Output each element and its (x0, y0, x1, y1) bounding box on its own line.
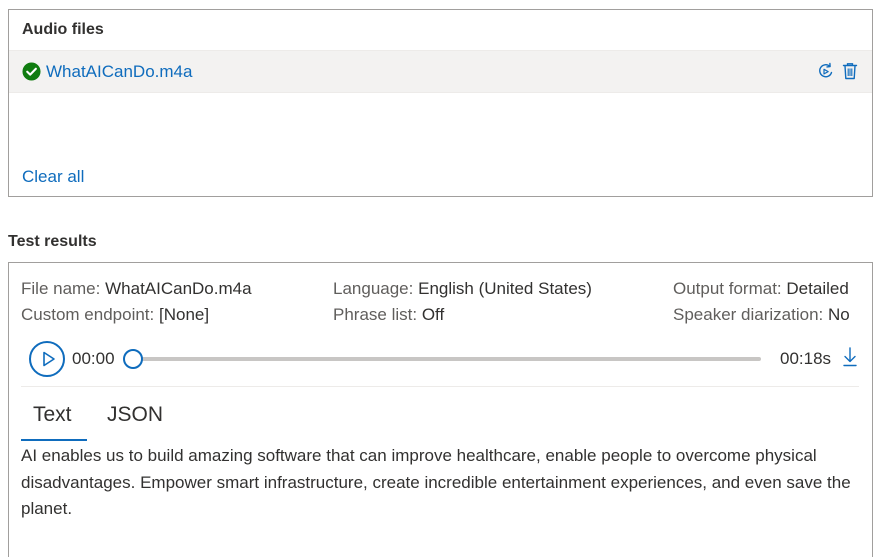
custom-endpoint-meta: Custom endpoint: [None] (21, 305, 209, 325)
audio-player: 00:00 00:18s (29, 339, 859, 379)
audio-file-link[interactable]: WhatAICanDo.m4a (46, 62, 192, 82)
tab-json[interactable]: JSON (107, 403, 163, 427)
rerun-icon[interactable] (816, 61, 836, 81)
language-value: English (United States) (418, 279, 592, 298)
speaker-diarization-meta: Speaker diarization: No (673, 305, 850, 325)
download-icon[interactable] (841, 346, 859, 368)
custom-endpoint-value: [None] (158, 305, 210, 324)
phrase-list-label: Phrase list: (333, 305, 418, 324)
phrase-list-meta: Phrase list: Off (333, 305, 444, 325)
divider (21, 386, 859, 387)
play-button[interactable] (29, 341, 65, 377)
test-results-title: Test results (8, 233, 97, 250)
output-format-meta: Output format: Detailed (673, 279, 849, 299)
audio-files-title: Audio files (22, 21, 104, 38)
file-row-actions (816, 61, 860, 81)
clear-all-link[interactable]: Clear all (22, 167, 84, 187)
current-time: 00:00 (72, 349, 115, 368)
test-results-panel: File name: WhatAICanDo.m4a Custom endpoi… (8, 262, 873, 557)
speaker-diarization-label: Speaker diarization: (673, 305, 824, 324)
file-name-label: File name: (21, 279, 101, 298)
speaker-diarization-value: No (828, 305, 850, 324)
play-icon (43, 351, 55, 367)
phrase-list-value: Off (421, 305, 445, 324)
language-label: Language: (333, 279, 414, 298)
output-format-label: Output format: (673, 279, 782, 298)
seek-thumb[interactable] (123, 349, 143, 369)
selected-tab-indicator (21, 439, 87, 441)
delete-icon[interactable] (840, 61, 860, 81)
output-format-value: Detailed (786, 279, 849, 298)
file-name-value: WhatAICanDo.m4a (105, 279, 252, 298)
tab-text[interactable]: Text (33, 403, 72, 427)
transcript-text: AI enables us to build amazing software … (21, 446, 851, 518)
audio-file-row[interactable]: WhatAICanDo.m4a (9, 50, 872, 93)
language-meta: Language: English (United States) (333, 279, 592, 299)
file-name-meta: File name: WhatAICanDo.m4a (21, 279, 252, 299)
duration: 00:18s (780, 349, 832, 368)
seek-track[interactable] (133, 357, 761, 361)
audio-files-panel: Audio files WhatAICanDo.m4a Clear all (8, 9, 873, 197)
custom-endpoint-label: Custom endpoint: (21, 305, 155, 324)
check-circle-icon (22, 62, 41, 81)
